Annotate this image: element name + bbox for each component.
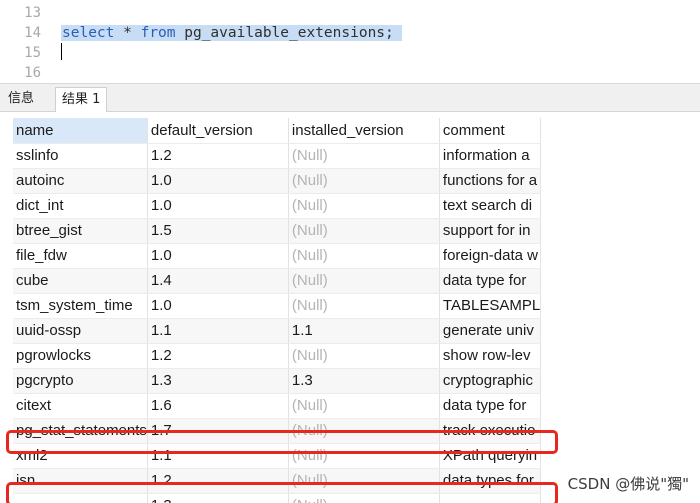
- cell-default-version[interactable]: 1.2: [147, 143, 289, 169]
- text-caret: [61, 43, 62, 60]
- cell-comment[interactable]: text search di: [439, 193, 542, 219]
- sql-keyword-from: from: [140, 25, 176, 41]
- cell-name[interactable]: pgrowlocks: [13, 343, 148, 369]
- cell-installed-version[interactable]: (Null): [288, 393, 440, 419]
- sql-token: *: [114, 25, 141, 41]
- cell-comment[interactable]: generate univ: [439, 318, 542, 344]
- cell-comment[interactable]: data type for: [439, 393, 542, 419]
- cell-name[interactable]: pgcrypto: [13, 368, 148, 394]
- cell-default-version[interactable]: 1.0: [147, 193, 289, 219]
- sql-editor[interactable]: 13 14 15 16 select * from pg_available_e…: [0, 0, 700, 83]
- table-row[interactable]: citext 1.6 (Null) data type for: [13, 393, 542, 419]
- cell-name[interactable]: cube: [13, 268, 148, 294]
- column-header-installed-version[interactable]: installed_version: [288, 118, 440, 144]
- cell-installed-version[interactable]: (Null): [288, 243, 440, 269]
- column-header-default-version[interactable]: default_version: [147, 118, 289, 144]
- cell-name[interactable]: uuid-ossp: [13, 318, 148, 344]
- table-row[interactable]: uuid-ossp 1.1 1.1 generate univ: [13, 318, 542, 344]
- cell-comment[interactable]: show row-lev: [439, 343, 542, 369]
- cell-default-version[interactable]: 1.2: [147, 343, 289, 369]
- cell-installed-version[interactable]: (Null): [288, 168, 440, 194]
- cell-comment[interactable]: support for in: [439, 218, 542, 244]
- cell-installed-version[interactable]: (Null): [288, 218, 440, 244]
- cell-comment[interactable]: TABLESAMPL: [439, 293, 542, 319]
- line-number: 14: [24, 25, 41, 41]
- cell-default-version[interactable]: 1.0: [147, 168, 289, 194]
- highlight-box-uuid-ossp: [6, 430, 558, 454]
- cell-installed-version[interactable]: 1.3: [288, 368, 440, 394]
- table-row[interactable]: pgcrypto 1.3 1.3 cryptographic: [13, 368, 542, 394]
- result-grid[interactable]: name default_version installed_version c…: [0, 112, 700, 503]
- cell-installed-version[interactable]: (Null): [288, 193, 440, 219]
- cell-installed-version[interactable]: (Null): [288, 343, 440, 369]
- cell-default-version[interactable]: 1.5: [147, 218, 289, 244]
- table-row[interactable]: sslinfo 1.2 (Null) information a: [13, 143, 542, 169]
- table-row[interactable]: autoinc 1.0 (Null) functions for a: [13, 168, 542, 194]
- cell-default-version[interactable]: 1.3: [147, 368, 289, 394]
- cell-comment[interactable]: foreign-data w: [439, 243, 542, 269]
- table-row[interactable]: dict_int 1.0 (Null) text search di: [13, 193, 542, 219]
- cell-comment[interactable]: information a: [439, 143, 542, 169]
- selected-sql-text: select * from pg_available_extensions;: [61, 25, 402, 41]
- cell-default-version[interactable]: 1.0: [147, 293, 289, 319]
- cell-name[interactable]: sslinfo: [13, 143, 148, 169]
- highlight-box-pgcrypto: [6, 482, 558, 503]
- header-row: name default_version installed_version c…: [13, 118, 542, 144]
- cell-name[interactable]: tsm_system_time: [13, 293, 148, 319]
- cell-comment[interactable]: functions for a: [439, 168, 542, 194]
- cell-comment[interactable]: cryptographic: [439, 368, 542, 394]
- table-row[interactable]: tsm_system_time 1.0 (Null) TABLESAMPL: [13, 293, 542, 319]
- table-row[interactable]: btree_gist 1.5 (Null) support for in: [13, 218, 542, 244]
- line-number: 13: [24, 5, 41, 21]
- cell-default-version[interactable]: 1.4: [147, 268, 289, 294]
- cell-name[interactable]: citext: [13, 393, 148, 419]
- line-number-gutter: 13 14 15 16: [0, 0, 46, 83]
- line-number: 16: [24, 65, 41, 81]
- cell-comment[interactable]: data type for: [439, 268, 542, 294]
- cell-default-version[interactable]: 1.6: [147, 393, 289, 419]
- cell-installed-version[interactable]: (Null): [288, 268, 440, 294]
- result-tab-bar: 信息 结果 1: [0, 83, 700, 113]
- sql-table-name: pg_available_extensions;: [175, 25, 394, 41]
- column-header-name[interactable]: name: [13, 118, 148, 144]
- cell-name[interactable]: file_fdw: [13, 243, 148, 269]
- cell-default-version[interactable]: 1.1: [147, 318, 289, 344]
- table-row[interactable]: cube 1.4 (Null) data type for: [13, 268, 542, 294]
- cell-default-version[interactable]: 1.0: [147, 243, 289, 269]
- cell-installed-version[interactable]: 1.1: [288, 318, 440, 344]
- cell-name[interactable]: autoinc: [13, 168, 148, 194]
- watermark: CSDN @佛说"獨": [564, 472, 692, 495]
- table-row[interactable]: file_fdw 1.0 (Null) foreign-data w: [13, 243, 542, 269]
- tab-info[interactable]: 信息: [2, 87, 40, 112]
- cell-name[interactable]: dict_int: [13, 193, 148, 219]
- tab-result-1[interactable]: 结果 1: [55, 87, 108, 113]
- sql-keyword-select: select: [62, 25, 115, 41]
- line-number: 15: [24, 45, 41, 61]
- cell-installed-version[interactable]: (Null): [288, 293, 440, 319]
- sql-statement-line[interactable]: select * from pg_available_extensions;: [61, 23, 402, 43]
- cell-installed-version[interactable]: (Null): [288, 143, 440, 169]
- table-row[interactable]: pgrowlocks 1.2 (Null) show row-lev: [13, 343, 542, 369]
- cell-name[interactable]: btree_gist: [13, 218, 148, 244]
- column-header-comment[interactable]: comment: [439, 118, 542, 144]
